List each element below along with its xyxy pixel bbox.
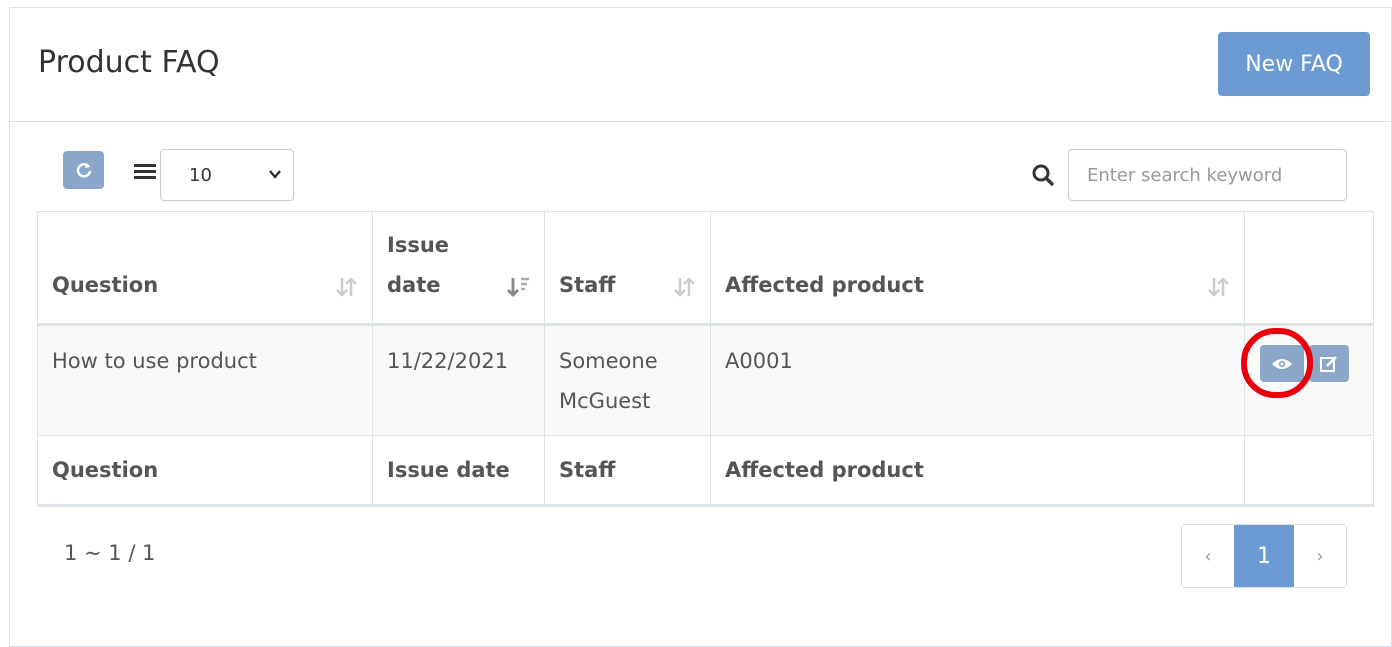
eye-icon xyxy=(1272,358,1292,369)
next-page-button[interactable]: › xyxy=(1294,525,1346,587)
cell-affected-product: A0001 xyxy=(710,324,1245,436)
refresh-button[interactable] xyxy=(63,151,104,189)
sort-icon xyxy=(1208,277,1229,297)
view-button[interactable] xyxy=(1260,345,1304,382)
panel-header: Product FAQ New FAQ xyxy=(10,8,1391,122)
footer-issue-date: Issue date xyxy=(372,435,545,507)
page-1-button[interactable]: 1 xyxy=(1234,525,1294,587)
search-input[interactable] xyxy=(1068,149,1347,201)
footer-affected-product: Affected product xyxy=(710,435,1245,507)
edit-button[interactable] xyxy=(1309,345,1349,382)
footer-actions xyxy=(1244,435,1374,507)
table-row: How to use product 11/22/2021 Someone Mc… xyxy=(37,324,1374,436)
sort-icon xyxy=(674,277,695,297)
refresh-icon xyxy=(76,163,91,178)
page-size-value: 10 xyxy=(189,164,212,186)
footer-question: Question xyxy=(37,435,373,507)
column-header-question[interactable]: Question xyxy=(37,211,373,326)
cell-question: How to use product xyxy=(37,324,373,436)
sort-icon xyxy=(336,277,357,297)
page-size-select[interactable]: 10 xyxy=(160,149,294,201)
page-title: Product FAQ xyxy=(38,45,220,80)
pagination: ‹ 1 › xyxy=(1181,524,1347,588)
cell-actions xyxy=(1241,324,1374,436)
cell-staff: Someone McGuest xyxy=(544,324,711,436)
column-header-actions xyxy=(1244,211,1374,326)
list-icon xyxy=(134,164,156,180)
search-icon xyxy=(1032,164,1054,186)
footer-staff: Staff xyxy=(544,435,711,507)
column-header-affected-product[interactable]: Affected product xyxy=(710,211,1245,326)
faq-table: Question Issue date Staff Affected produ… xyxy=(37,211,1374,507)
prev-page-button[interactable]: ‹ xyxy=(1182,525,1234,587)
new-faq-button[interactable]: New FAQ xyxy=(1218,32,1370,96)
chevron-down-icon xyxy=(269,170,281,179)
cell-issue-date: 11/22/2021 xyxy=(372,324,545,436)
column-header-staff[interactable]: Staff xyxy=(544,211,711,326)
column-header-issue-date[interactable]: Issue date xyxy=(372,211,545,326)
sort-desc-icon xyxy=(507,277,529,297)
pagination-summary: 1 ~ 1 / 1 xyxy=(64,541,156,565)
edit-icon xyxy=(1320,355,1337,372)
